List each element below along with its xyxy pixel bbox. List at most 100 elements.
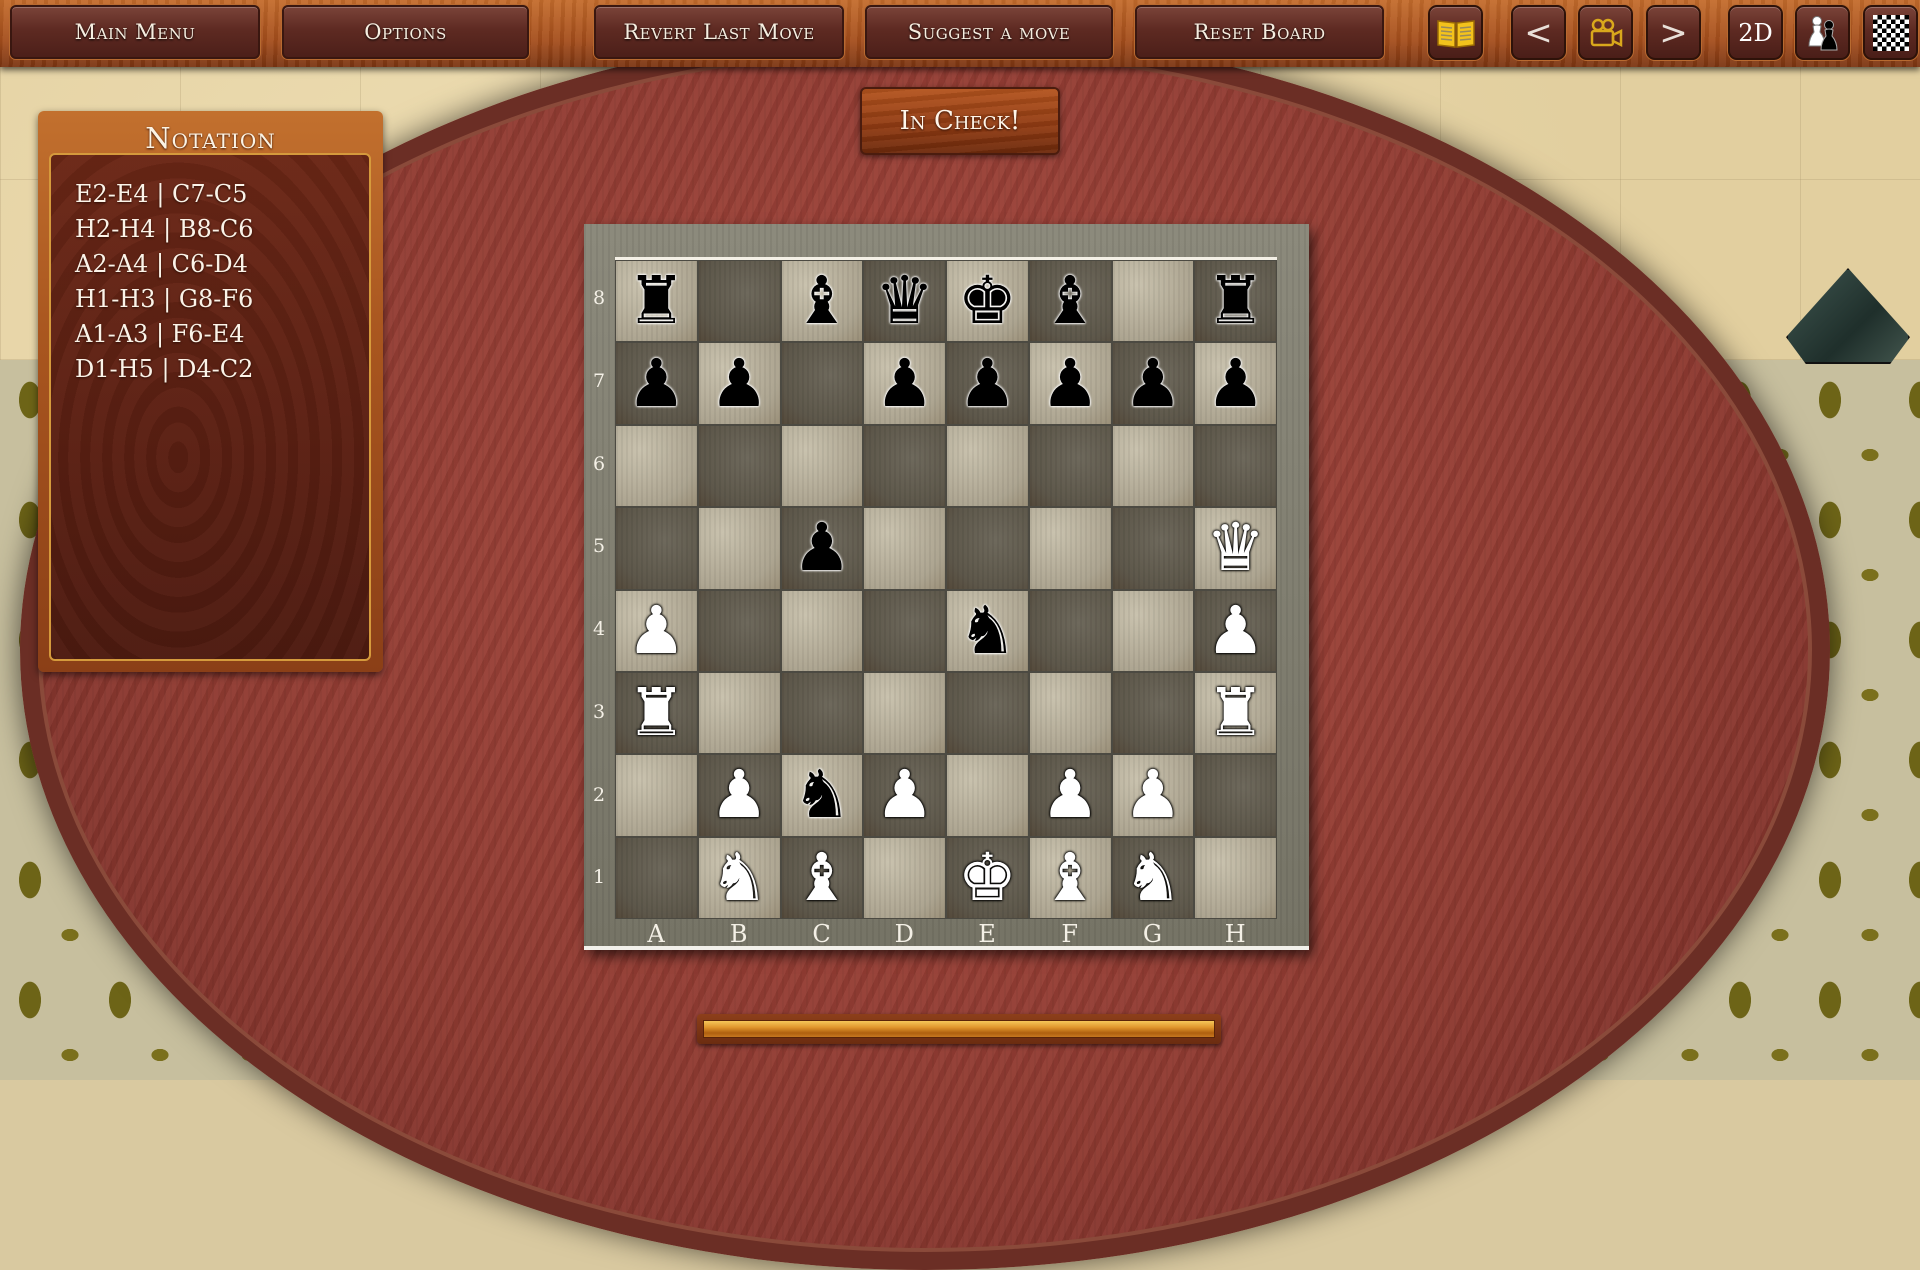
options-button[interactable]: Options bbox=[282, 5, 529, 59]
square-h3[interactable]: ♜ bbox=[1194, 671, 1277, 755]
square-c1[interactable]: ♝ bbox=[780, 836, 864, 919]
square-h1[interactable] bbox=[1194, 836, 1277, 919]
square-g6[interactable] bbox=[1111, 424, 1195, 508]
black-rook-piece[interactable]: ♜ bbox=[627, 268, 686, 334]
square-f8[interactable]: ♝ bbox=[1028, 260, 1112, 343]
square-d6[interactable] bbox=[863, 424, 946, 508]
square-f3[interactable] bbox=[1028, 671, 1112, 755]
square-f5[interactable] bbox=[1028, 507, 1112, 590]
square-c7[interactable] bbox=[780, 342, 864, 425]
square-e6[interactable] bbox=[946, 424, 1029, 508]
white-knight-piece[interactable]: ♞ bbox=[710, 844, 769, 911]
square-d5[interactable] bbox=[863, 507, 946, 590]
square-b1[interactable]: ♞ bbox=[697, 836, 781, 919]
square-a1[interactable] bbox=[615, 836, 698, 919]
switch-sides-button[interactable] bbox=[1795, 5, 1850, 60]
square-g8[interactable] bbox=[1111, 260, 1195, 343]
previous-move-button[interactable]: < bbox=[1511, 5, 1566, 60]
square-f7[interactable]: ♟ bbox=[1028, 342, 1112, 425]
square-e8[interactable]: ♚ bbox=[946, 260, 1029, 343]
square-e1[interactable]: ♚ bbox=[946, 836, 1029, 919]
chess-board[interactable]: ♜ ♝ ♛ ♚ ♝ ♜ ♟ ♟ ♟ ♟ ♟ ♟ ♟ ♟ ♛ ♟ ♞ ♟ ♜ ♜ ♟ ♞ ♟ ♟ ♟ ♞ ♝ ♚ ♝ ♞ bbox=[615, 257, 1277, 919]
reset-board-button[interactable]: Reset Board bbox=[1135, 5, 1384, 59]
white-pawn-piece[interactable]: ♟ bbox=[1041, 762, 1100, 828]
notation-book-button[interactable] bbox=[1428, 5, 1483, 60]
square-d7[interactable]: ♟ bbox=[863, 342, 946, 425]
replay-camera-button[interactable] bbox=[1578, 5, 1633, 60]
square-h7[interactable]: ♟ bbox=[1194, 342, 1277, 425]
square-f6[interactable] bbox=[1028, 424, 1112, 508]
square-b2[interactable]: ♟ bbox=[697, 754, 781, 837]
suggest-move-button[interactable]: Suggest a move bbox=[865, 5, 1113, 59]
square-a8[interactable]: ♜ bbox=[615, 260, 698, 343]
square-d4[interactable] bbox=[863, 589, 946, 672]
square-f2[interactable]: ♟ bbox=[1028, 754, 1112, 837]
black-pawn-piece[interactable]: ♟ bbox=[627, 350, 686, 417]
square-b3[interactable] bbox=[697, 671, 781, 755]
black-rook-piece[interactable]: ♜ bbox=[1206, 268, 1265, 334]
square-c3[interactable] bbox=[780, 671, 864, 755]
square-b4[interactable] bbox=[697, 589, 781, 672]
revert-last-move-button[interactable]: Revert Last Move bbox=[594, 5, 844, 59]
square-c4[interactable] bbox=[780, 589, 864, 672]
square-d3[interactable] bbox=[863, 671, 946, 755]
square-h2[interactable] bbox=[1194, 754, 1277, 837]
white-knight-piece[interactable]: ♞ bbox=[1123, 844, 1182, 911]
white-queen-piece[interactable]: ♛ bbox=[1206, 515, 1265, 581]
square-c2[interactable]: ♞ bbox=[780, 754, 864, 837]
square-f1[interactable]: ♝ bbox=[1028, 836, 1112, 919]
square-g7[interactable]: ♟ bbox=[1111, 342, 1195, 425]
square-b7[interactable]: ♟ bbox=[697, 342, 781, 425]
square-d1[interactable] bbox=[863, 836, 946, 919]
black-king-piece[interactable]: ♚ bbox=[958, 268, 1017, 334]
square-g1[interactable]: ♞ bbox=[1111, 836, 1195, 919]
square-f4[interactable] bbox=[1028, 589, 1112, 672]
white-bishop-piece[interactable]: ♝ bbox=[792, 844, 851, 911]
square-e2[interactable] bbox=[946, 754, 1029, 837]
black-pawn-piece[interactable]: ♟ bbox=[1206, 350, 1265, 417]
view-2d-button[interactable]: 2D bbox=[1728, 5, 1783, 60]
white-rook-piece[interactable]: ♜ bbox=[627, 680, 686, 746]
square-e5[interactable] bbox=[946, 507, 1029, 590]
square-d2[interactable]: ♟ bbox=[863, 754, 946, 837]
white-bishop-piece[interactable]: ♝ bbox=[1041, 844, 1100, 911]
black-bishop-piece[interactable]: ♝ bbox=[1041, 268, 1100, 334]
white-rook-piece[interactable]: ♜ bbox=[1206, 680, 1265, 746]
black-pawn-piece[interactable]: ♟ bbox=[1041, 350, 1100, 417]
square-h6[interactable] bbox=[1194, 424, 1277, 508]
black-knight-piece[interactable]: ♞ bbox=[792, 762, 851, 828]
square-g4[interactable] bbox=[1111, 589, 1195, 672]
square-h4[interactable]: ♟ bbox=[1194, 589, 1277, 672]
square-c5[interactable]: ♟ bbox=[780, 507, 864, 590]
square-e4[interactable]: ♞ bbox=[946, 589, 1029, 672]
main-menu-button[interactable]: Main Menu bbox=[10, 5, 260, 59]
black-pawn-piece[interactable]: ♟ bbox=[1123, 350, 1182, 417]
square-b8[interactable] bbox=[697, 260, 781, 343]
square-e7[interactable]: ♟ bbox=[946, 342, 1029, 425]
square-b5[interactable] bbox=[697, 507, 781, 590]
square-d8[interactable]: ♛ bbox=[863, 260, 946, 343]
square-c6[interactable] bbox=[780, 424, 864, 508]
square-g2[interactable]: ♟ bbox=[1111, 754, 1195, 837]
square-a3[interactable]: ♜ bbox=[615, 671, 698, 755]
white-pawn-piece[interactable]: ♟ bbox=[627, 597, 686, 664]
white-king-piece[interactable]: ♚ bbox=[958, 844, 1017, 911]
square-h5[interactable]: ♛ bbox=[1194, 507, 1277, 590]
square-a7[interactable]: ♟ bbox=[615, 342, 698, 425]
white-pawn-piece[interactable]: ♟ bbox=[875, 762, 934, 828]
square-a4[interactable]: ♟ bbox=[615, 589, 698, 672]
square-c8[interactable]: ♝ bbox=[780, 260, 864, 343]
black-bishop-piece[interactable]: ♝ bbox=[792, 268, 851, 334]
black-knight-piece[interactable]: ♞ bbox=[958, 597, 1017, 664]
black-queen-piece[interactable]: ♛ bbox=[875, 268, 934, 334]
black-pawn-piece[interactable]: ♟ bbox=[875, 350, 934, 417]
square-b6[interactable] bbox=[697, 424, 781, 508]
square-e3[interactable] bbox=[946, 671, 1029, 755]
next-move-button[interactable]: > bbox=[1646, 5, 1701, 60]
black-pawn-piece[interactable]: ♟ bbox=[792, 515, 851, 581]
white-pawn-piece[interactable]: ♟ bbox=[1206, 597, 1265, 664]
square-a2[interactable] bbox=[615, 754, 698, 837]
white-pawn-piece[interactable]: ♟ bbox=[1123, 762, 1182, 828]
square-g3[interactable] bbox=[1111, 671, 1195, 755]
square-g5[interactable] bbox=[1111, 507, 1195, 590]
